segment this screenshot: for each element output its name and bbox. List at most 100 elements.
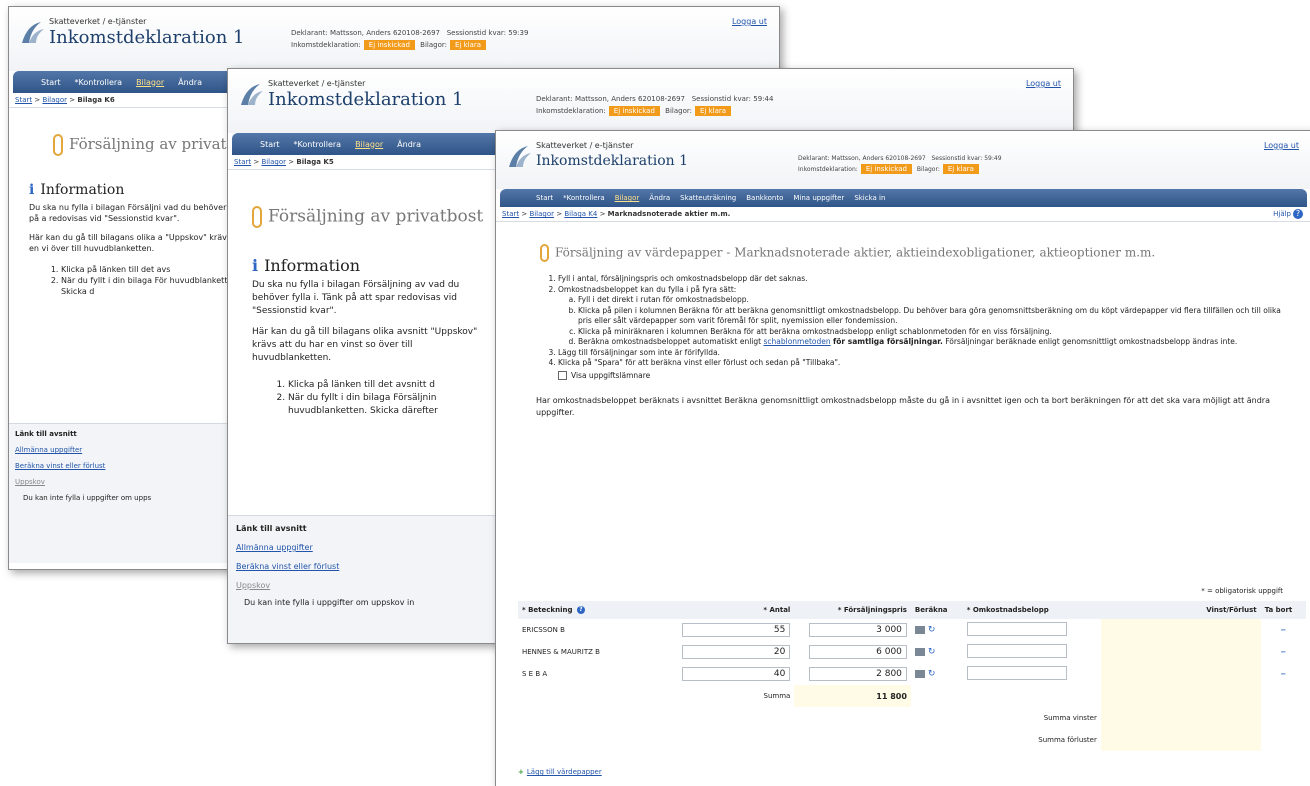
average-arrow-icon[interactable]: ↻ [928,625,936,635]
paperclip-icon [252,206,262,228]
link-berakna-vinst[interactable]: Beräkna vinst eller förlust [15,462,228,470]
status-badge: Ej klara [942,164,979,174]
info-icon: i [29,182,35,198]
nav-andra[interactable]: Ändra [397,140,421,149]
link-berakna-vinst[interactable]: Beräkna vinst eller förlust [236,562,488,571]
sub-step-item: Klicka på miniräknaren i kolumnen Beräkn… [578,327,1291,338]
nav-bilagor[interactable]: Bilagor [136,78,164,87]
breadcrumb-start[interactable]: Start [15,96,32,104]
nav-mina-uppgifter[interactable]: Mina uppgifter [793,194,844,202]
vinst-cell [1100,663,1261,685]
sum-gains-value [1100,707,1261,729]
status-badge: Ej klara [694,106,732,116]
col-ta-bort: Ta bort [1260,601,1306,619]
nav-bankkonto[interactable]: Bankkonto [746,194,783,202]
calculator-icon[interactable] [914,670,925,678]
logout-link[interactable]: Logga ut [732,17,767,26]
calculator-icon[interactable] [914,626,925,634]
breadcrumb-bilagor[interactable]: Bilagor [261,158,286,166]
main-nav: Start *Kontrollera Bilagor Ändra Skatteu… [500,189,1307,207]
uppskov-note: Du kan inte fylla i uppgifter om upps [23,494,152,502]
nav-skatteutrakning[interactable]: Skatteuträkning [680,194,736,202]
nav-kontrollera[interactable]: *Kontrollera [75,78,123,87]
sum-label: Summa [763,692,791,700]
step-item: Omkostnadsbeloppet kan du fylla i på fyr… [558,285,1291,348]
link-allmanna-uppgifter[interactable]: Allmänna uppgifter [15,446,228,454]
breadcrumb-bilaga-k4[interactable]: Bilaga K4 [564,210,597,218]
section-links: Länk till avsnitt Allmänna uppgifter Ber… [228,515,496,643]
nav-kontrollera[interactable]: *Kontrollera [294,140,342,149]
breadcrumb-bilagor[interactable]: Bilagor [42,96,67,104]
sum-losses-label: Summa förluster [1038,736,1097,744]
skatteverket-logo [241,84,263,105]
pris-input[interactable]: 3 000 [808,623,907,637]
losses-row: Summa förluster [518,729,1306,751]
nav-kontrollera[interactable]: *Kontrollera [563,194,605,202]
add-security-link[interactable]: Lägg till värdepapper [527,768,602,776]
nav-start[interactable]: Start [41,78,61,87]
remove-icon[interactable]: − [1280,648,1286,656]
vinst-cell [1100,641,1261,663]
sub-step-item: Klicka på pilen i kolumnen Beräkna för a… [578,306,1291,327]
omkostnad-input[interactable] [966,666,1067,680]
col-forsaljningspris: * Försäljningspris [794,601,911,619]
help-icon: ? [1293,209,1303,219]
nav-andra[interactable]: Ändra [649,194,670,202]
mandatory-legend: * = obligatorisk uppgift [1201,587,1283,595]
col-vinst-forlust: Vinst/Förlust [1100,601,1261,619]
antal-input[interactable]: 40 [682,667,791,681]
nav-skicka-in[interactable]: Skicka in [854,194,885,202]
remove-icon[interactable]: − [1280,670,1286,678]
schablonmetoden-link[interactable]: schablonmetoden [763,337,830,346]
header: Skatteverket / e-tjänster Inkomstdeklara… [9,7,779,71]
pris-input[interactable]: 2 800 [808,667,907,681]
nav-start[interactable]: Start [536,194,553,202]
link-uppskov[interactable]: Uppskov [236,581,488,590]
nav-bilagor[interactable]: Bilagor [355,140,383,149]
steps-list: Fyll i antal, försäljningspris och omkos… [536,274,1291,369]
breadcrumb-start[interactable]: Start [502,210,519,218]
pris-input[interactable]: 6 000 [808,645,907,659]
page-title: Försäljning av värdepapper - Marknadsnot… [496,222,1310,262]
security-name: ERICSSON B [522,626,565,634]
antal-input[interactable]: 55 [682,623,791,637]
visa-uppgiftslamnare-checkbox[interactable] [558,371,567,380]
logout-link[interactable]: Logga ut [1264,141,1299,150]
remove-icon[interactable]: − [1280,626,1286,634]
sub-steps-list: Fyll i det direkt i rutan för omkostnads… [558,295,1291,348]
security-name: HENNES & MAURITZ B [522,648,600,656]
logout-link[interactable]: Logga ut [1026,79,1061,88]
sum-row: Summa 11 800 [518,685,1306,707]
breadcrumb: Start > Bilagor > Bilaga K4 > Marknadsno… [496,207,1310,222]
vinst-cell [1100,619,1261,641]
col-antal: * Antal [666,601,795,619]
session-meta: Deklarant: Mattsson, Anders 620108-2697 … [798,155,1002,174]
nav-start[interactable]: Start [260,140,280,149]
calculator-icon[interactable] [914,648,925,656]
nav-andra[interactable]: Ändra [178,78,202,87]
info-icon: i [252,256,259,275]
window-k4: Skatteverket / e-tjänster Inkomstdeklara… [495,130,1310,786]
breadcrumb-current: Marknadsnoterade aktier m.m. [607,210,731,218]
breadcrumb-current: Bilaga K5 [296,158,334,166]
average-arrow-icon[interactable]: ↻ [928,669,936,679]
help-icon[interactable]: ? [576,606,585,614]
sub-step-item: Fyll i det direkt i rutan för omkostnads… [578,295,1291,306]
paperclip-icon [53,134,63,156]
help-link[interactable]: Hjälp? [1273,207,1303,221]
nav-bilagor[interactable]: Bilagor [615,194,640,202]
breadcrumb-bilagor[interactable]: Bilagor [529,210,554,218]
step-item: Klicka på länken till det avsnitt d [288,379,478,392]
table-row: S E B A 40 2 800 ↻ − [518,663,1306,685]
link-uppskov[interactable]: Uppskov [15,478,228,486]
average-arrow-icon[interactable]: ↻ [928,647,936,657]
antal-input[interactable]: 20 [682,645,791,659]
add-icon[interactable]: + [518,768,524,776]
omkostnad-input[interactable] [966,622,1067,636]
sum-losses-value [1100,729,1261,751]
sum-value: 11 800 [794,685,911,707]
breadcrumb-start[interactable]: Start [234,158,251,166]
header: Skatteverket / e-tjänster Inkomstdeklara… [496,131,1310,189]
link-allmanna-uppgifter[interactable]: Allmänna uppgifter [236,543,488,552]
omkostnad-input[interactable] [966,644,1067,658]
